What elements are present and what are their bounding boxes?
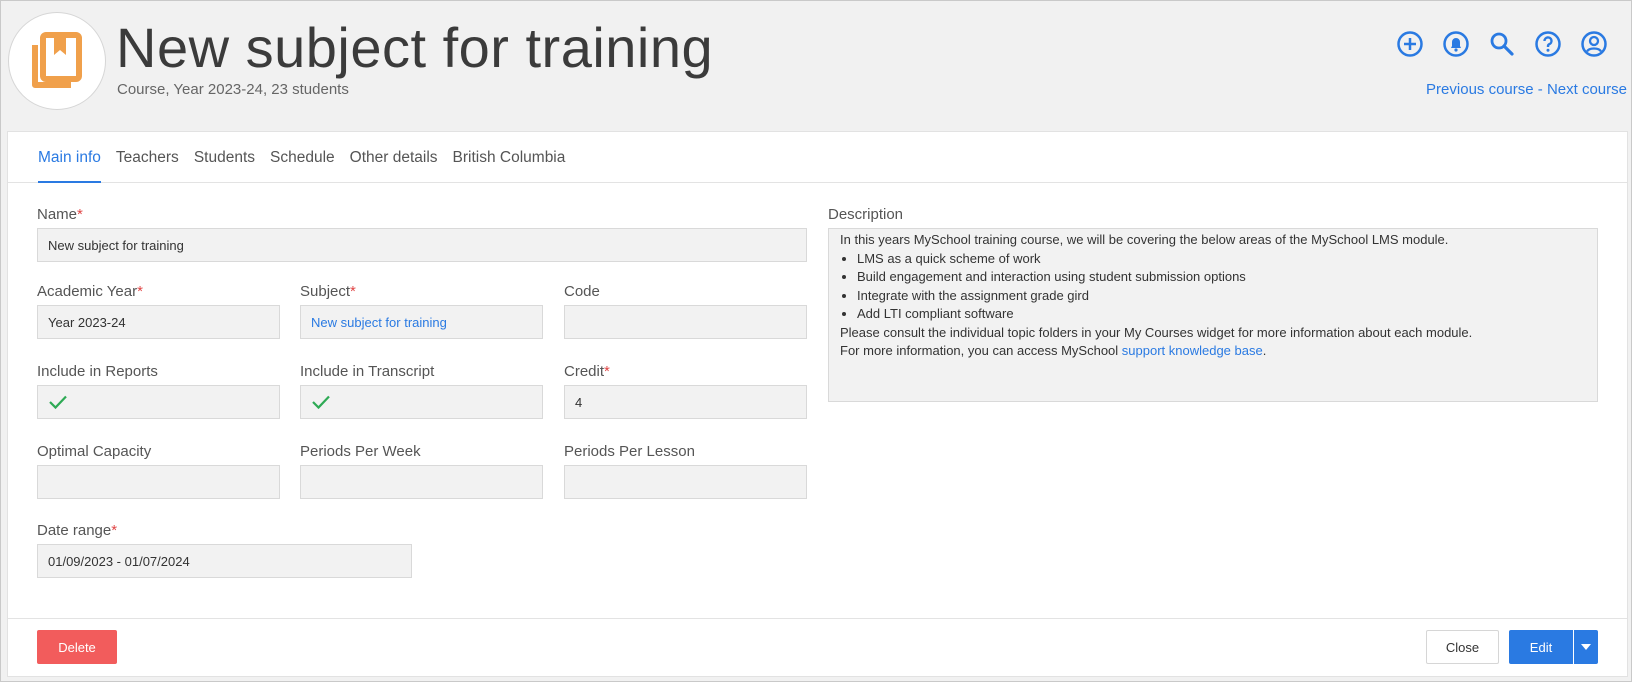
required-marker: * xyxy=(111,522,118,539)
add-circle-icon[interactable] xyxy=(1395,29,1425,59)
periods-per-week-label: Periods Per Week xyxy=(300,443,421,460)
tab-other-details[interactable]: Other details xyxy=(350,132,438,183)
optimal-capacity-field[interactable] xyxy=(37,465,280,499)
edit-dropdown-button[interactable] xyxy=(1574,630,1598,664)
name-label: Name* xyxy=(37,206,83,223)
search-icon[interactable] xyxy=(1487,29,1517,59)
name-label-text: Name xyxy=(37,206,78,223)
academic-year-label-text: Academic Year xyxy=(37,283,138,300)
tab-schedule[interactable]: Schedule xyxy=(270,132,335,183)
course-card: Main info Teachers Students Schedule Oth… xyxy=(7,131,1628,677)
description-intro: In this years MySchool training course, … xyxy=(840,232,1449,247)
checkmark-icon xyxy=(312,395,330,410)
tab-students[interactable]: Students xyxy=(194,132,255,183)
date-range-label-text: Date range xyxy=(37,522,112,539)
periods-per-week-field[interactable] xyxy=(300,465,543,499)
subject-field[interactable]: New subject for training xyxy=(300,305,543,339)
periods-per-lesson-field[interactable] xyxy=(564,465,807,499)
close-button[interactable]: Close xyxy=(1426,630,1499,664)
credit-label-text: Credit xyxy=(564,363,605,380)
optimal-capacity-label: Optimal Capacity xyxy=(37,443,152,460)
tab-british-columbia[interactable]: British Columbia xyxy=(453,132,566,183)
include-transcript-field[interactable] xyxy=(300,385,543,419)
required-marker: * xyxy=(137,283,143,300)
caret-down-icon xyxy=(1581,644,1591,650)
page-title: New subject for training xyxy=(116,16,714,79)
description-line3-prefix: For more information, you can access MyS… xyxy=(840,343,1122,358)
description-line2: Please consult the individual topic fold… xyxy=(840,324,1473,340)
subject-label-text: Subject xyxy=(300,283,351,300)
book-stack-icon xyxy=(32,32,82,88)
date-range-field[interactable]: 01/09/2023 - 01/07/2024 xyxy=(37,544,412,578)
list-item: Add LTI compliant software xyxy=(857,305,1586,324)
help-icon[interactable] xyxy=(1533,29,1563,59)
checkmark-icon xyxy=(49,395,67,410)
description-field[interactable]: In this years MySchool training course, … xyxy=(828,228,1598,402)
next-course-link[interactable]: Next course xyxy=(1547,81,1627,98)
include-reports-label: Include in Reports xyxy=(37,363,158,380)
nav-separator: - xyxy=(1533,81,1547,98)
list-item: LMS as a quick scheme of work xyxy=(857,250,1586,269)
name-field[interactable]: New subject for training xyxy=(37,228,807,262)
description-line3-suffix: . xyxy=(1262,343,1267,358)
date-range-label: Date range* xyxy=(37,522,117,539)
include-reports-field[interactable] xyxy=(37,385,280,419)
description-line3: For more information, you can access MyS… xyxy=(840,342,1586,361)
required-marker: * xyxy=(77,206,83,223)
credit-field[interactable]: 4 xyxy=(564,385,807,419)
periods-per-lesson-label: Periods Per Lesson xyxy=(564,443,695,460)
code-field[interactable] xyxy=(564,305,807,339)
academic-year-field[interactable]: Year 2023-24 xyxy=(37,305,280,339)
tab-main-info[interactable]: Main info xyxy=(38,132,101,183)
account-icon[interactable] xyxy=(1579,29,1609,59)
delete-button[interactable]: Delete xyxy=(37,630,117,664)
card-footer: Delete Close Edit xyxy=(8,618,1627,678)
list-item: Build engagement and interaction using s… xyxy=(857,268,1586,287)
list-item: Integrate with the assignment grade gird xyxy=(857,287,1586,306)
previous-course-link[interactable]: Previous course xyxy=(1426,81,1534,98)
support-knowledge-base-link[interactable]: support knowledge base xyxy=(1122,343,1263,358)
description-label: Description xyxy=(828,206,904,223)
academic-year-label: Academic Year* xyxy=(37,283,143,300)
description-list: LMS as a quick scheme of work Build enga… xyxy=(840,250,1586,324)
top-toolbar xyxy=(1395,29,1609,59)
edit-button[interactable]: Edit xyxy=(1509,630,1573,664)
page-header: New subject for training Course, Year 20… xyxy=(1,1,1632,131)
tab-bar: Main info Teachers Students Schedule Oth… xyxy=(8,132,1627,183)
code-label: Code xyxy=(564,283,600,300)
required-marker: * xyxy=(604,363,610,380)
include-transcript-label: Include in Transcript xyxy=(300,363,435,380)
course-logo xyxy=(8,12,106,110)
tab-teachers[interactable]: Teachers xyxy=(116,132,179,183)
bell-icon[interactable] xyxy=(1441,29,1471,59)
course-navigation: Previous course - Next course xyxy=(1426,81,1627,98)
required-marker: * xyxy=(350,283,356,300)
page-subtitle: Course, Year 2023-24, 23 students xyxy=(117,81,349,98)
credit-label: Credit* xyxy=(564,363,610,380)
subject-label: Subject* xyxy=(300,283,356,300)
